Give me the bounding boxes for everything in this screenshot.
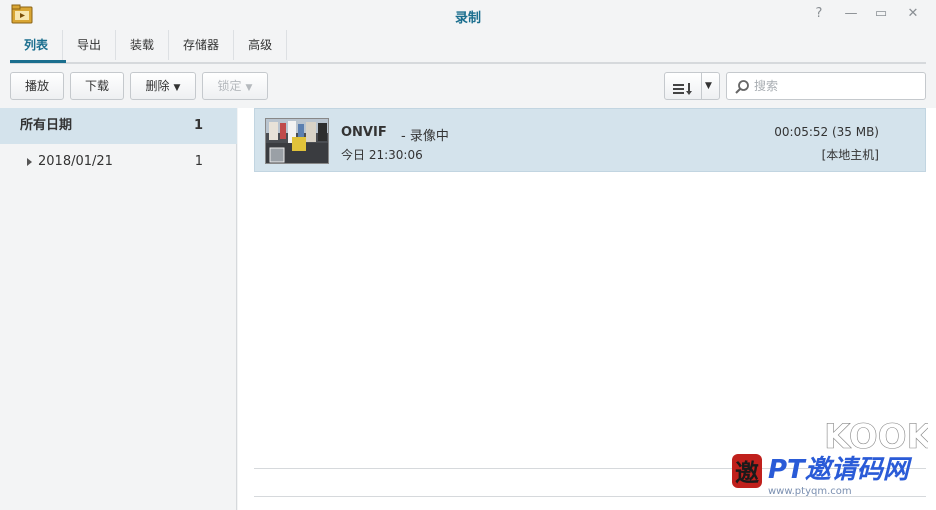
tab-divider <box>10 62 926 64</box>
close-button[interactable]: ✕ <box>904 5 922 23</box>
chevron-down-icon: ▼ <box>245 83 253 93</box>
search-icon <box>734 79 750 95</box>
search-input[interactable] <box>754 77 914 95</box>
svg-text:PT邀请码网: PT邀请码网 <box>768 455 913 485</box>
play-button-label: 播放 <box>24 79 49 93</box>
download-button-label: 下载 <box>84 79 109 93</box>
title-bar: 录制 ? — ▭ ✕ <box>0 0 936 30</box>
chevron-down-icon: ▼ <box>705 81 712 91</box>
sidebar-item-count: 1 <box>194 154 203 169</box>
date-sidebar: 所有日期 1 2018/01/21 1 <box>0 108 237 510</box>
chevron-down-icon: ▼ <box>173 83 181 93</box>
play-button[interactable]: 播放 <box>10 72 64 100</box>
sort-list-icon <box>673 79 695 95</box>
svg-text:KOOK: KOOK <box>824 417 928 457</box>
delete-button[interactable]: 删除 ▼ <box>130 72 196 100</box>
sidebar-item-all-dates[interactable]: 所有日期 1 <box>0 108 237 144</box>
active-tab-indicator <box>10 60 66 63</box>
recording-status: - 录像中 <box>401 129 449 144</box>
help-button[interactable]: ? <box>810 5 828 23</box>
svg-text:邀: 邀 <box>735 459 759 487</box>
tab-storage[interactable]: 存储器 <box>169 30 235 60</box>
list-item[interactable]: ONVIF - 录像中 今日 21:30:06 00:05:52 (35 MB)… <box>254 108 926 172</box>
sort-split-divider <box>701 73 702 99</box>
delete-button-label: 删除 <box>145 79 170 93</box>
tab-advanced[interactable]: 高级 <box>234 30 288 60</box>
lock-button[interactable]: 锁定 ▼ <box>202 72 268 100</box>
recording-camera-name: ONVIF <box>341 125 387 140</box>
watermark-logo: KOOK 邀 PT邀请码网 www.ptyqm.com <box>728 414 935 504</box>
tab-bar: 列表 导出 装载 存储器 高级 <box>10 30 288 62</box>
sidebar-item-label: 2018/01/21 <box>38 154 113 169</box>
search-box[interactable] <box>726 72 926 100</box>
tab-export[interactable]: 导出 <box>63 30 117 60</box>
sidebar-item-date[interactable]: 2018/01/21 1 <box>0 144 237 180</box>
tab-mount[interactable]: 装载 <box>116 30 170 60</box>
minimize-button[interactable]: — <box>842 5 860 23</box>
recording-start-time: 今日 21:30:06 <box>341 148 423 162</box>
maximize-button[interactable]: ▭ <box>872 5 890 23</box>
svg-text:www.ptyqm.com: www.ptyqm.com <box>768 486 852 497</box>
expand-arrow-icon[interactable] <box>27 158 32 166</box>
sidebar-item-label: 所有日期 <box>20 118 73 133</box>
tab-list[interactable]: 列表 <box>10 30 64 60</box>
recording-thumbnail <box>265 118 329 164</box>
lock-button-label: 锁定 <box>217 79 242 93</box>
download-button[interactable]: 下载 <box>70 72 124 100</box>
sidebar-item-count: 1 <box>193 118 203 133</box>
recording-host: [本地主机] <box>821 148 879 162</box>
sort-button[interactable]: ▼ <box>664 72 720 100</box>
recording-duration-size: 00:05:52 (35 MB) <box>774 125 879 139</box>
window-title: 录制 <box>454 11 481 26</box>
